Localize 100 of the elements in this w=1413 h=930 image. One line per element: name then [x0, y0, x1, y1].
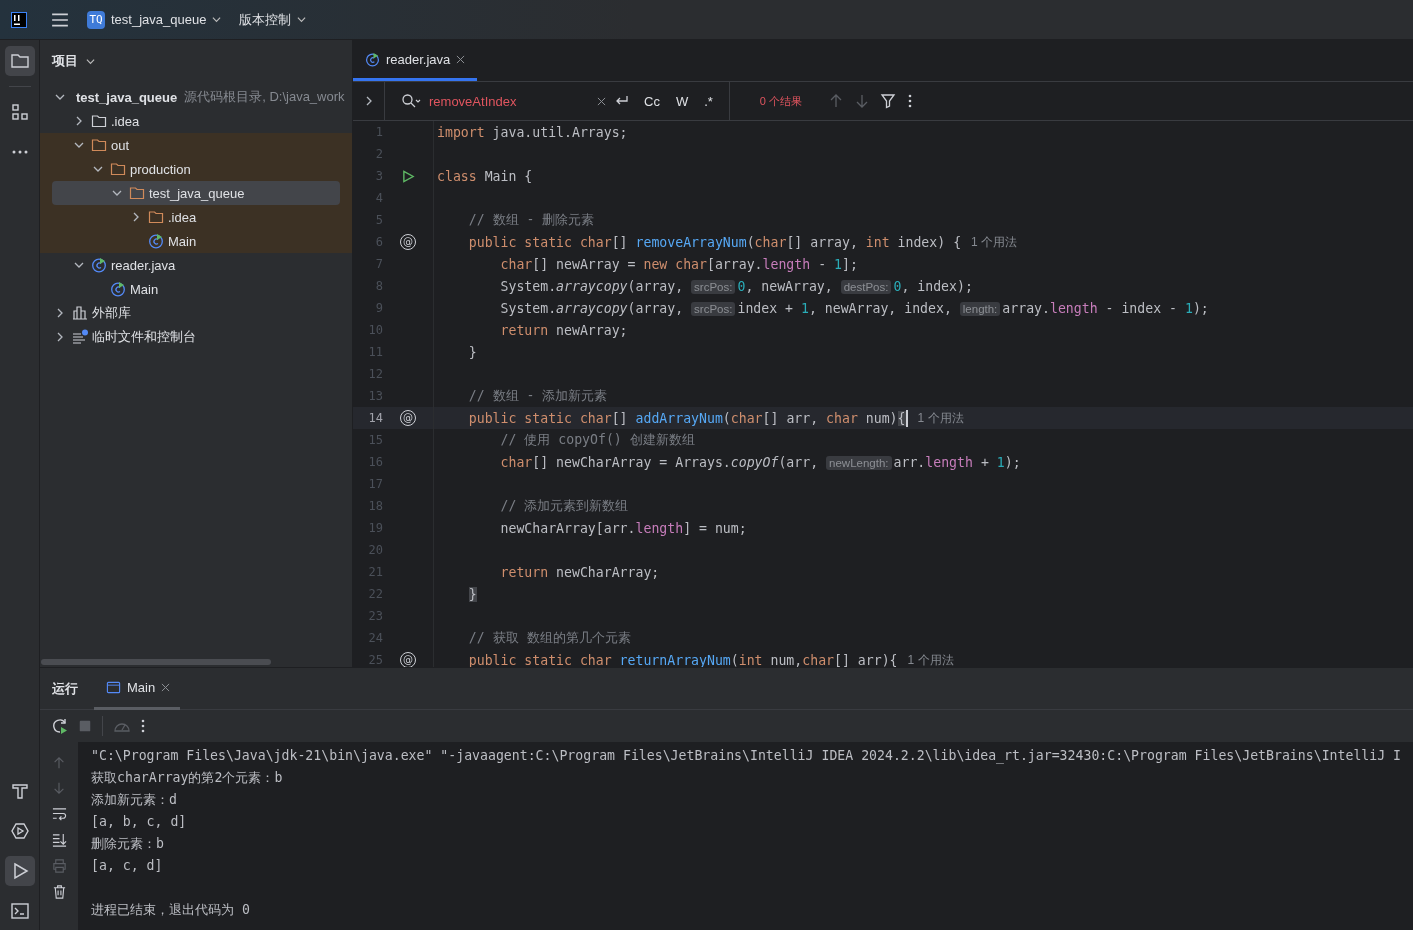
search-option-toggle[interactable]: .*: [702, 92, 715, 110]
scratches-icon: [72, 329, 88, 345]
terminal-icon: [9, 901, 30, 921]
search-icon[interactable]: [401, 93, 421, 109]
more-icon[interactable]: [141, 718, 145, 734]
trash-icon[interactable]: [51, 884, 67, 899]
project-tool-button[interactable]: [4, 46, 35, 76]
project-badge: TQ: [87, 10, 105, 29]
search-field[interactable]: removeAtIndex: [429, 93, 597, 109]
tree-item[interactable]: out: [52, 133, 340, 157]
tree-item[interactable]: .idea: [52, 205, 340, 229]
run-tab[interactable]: Main: [94, 667, 181, 710]
library-icon: [72, 305, 88, 321]
code-line: // 数组 - 添加新元素: [467, 387, 608, 405]
folder-icon: [148, 209, 164, 225]
code-line: class Main {: [437, 168, 533, 184]
folder-icon: [91, 113, 107, 129]
code-line: return newArray;: [499, 322, 628, 338]
folder-icon: [110, 161, 126, 177]
chevron-right-icon[interactable]: [131, 212, 141, 222]
console-line: [a, c, d]: [91, 857, 164, 875]
chevron-down-icon[interactable]: [112, 188, 122, 198]
vcs-menu[interactable]: 版本控制: [233, 6, 313, 33]
close-icon[interactable]: [456, 54, 466, 64]
hammer-icon: [9, 781, 30, 801]
folder-icon: [91, 137, 107, 153]
chevron-down-icon[interactable]: [93, 164, 103, 174]
code-line: public static char[] removeArrayNum(char[] array, int index) {: [467, 234, 962, 250]
tree-item[interactable]: 外部库: [52, 301, 340, 325]
console-line: [a, b, c, d]: [91, 813, 188, 831]
panel-title[interactable]: 项目: [52, 52, 78, 70]
usage-hint[interactable]: 1 个用法: [907, 651, 954, 667]
search-option-toggle[interactable]: W: [673, 92, 691, 110]
project-switcher[interactable]: TQ test_java_queue: [81, 6, 228, 33]
chevron-down-icon[interactable]: [55, 92, 65, 102]
tree-item[interactable]: production: [52, 157, 340, 181]
more-icon[interactable]: [907, 93, 912, 109]
code-line: // 获取 数组的第几个元素: [467, 629, 631, 647]
editor-tab[interactable]: reader.java: [353, 40, 478, 81]
run-tool-button[interactable]: [4, 856, 35, 886]
tree-item[interactable]: .idea: [52, 109, 340, 133]
project-name: test_java_queue: [111, 12, 207, 27]
scrollbar-thumb[interactable]: [41, 659, 271, 665]
search-result-count: 0 个结果: [759, 93, 804, 109]
console-line: 删除元素：b: [91, 835, 165, 853]
class-icon: [110, 281, 126, 297]
console-line: 添加新元素：d: [91, 791, 178, 809]
code-line: System.arraycopy(array, srcPos: index + 1, newArray, index, length: array.length - index - 1);: [499, 300, 1209, 316]
folder-icon: [129, 185, 145, 201]
code-line: // 使用 copyOf() 创建新数组: [499, 431, 695, 449]
search-option-toggle[interactable]: Cc: [642, 92, 662, 110]
text-caret: [905, 409, 908, 427]
chevron-down-icon[interactable]: [74, 140, 84, 150]
code-line: System.arraycopy(array, srcPos: 0, newArray, destPos: 0, index);: [499, 278, 973, 294]
console-line: "C:\Program Files\Java\jdk-21\bin\java.exe" "-javaagent:C:\Program Files\JetBrains\IntelliJ IDEA 2024.2.2\lib\idea_rt.jar=32430:C:\Program Files\JetBrains\IntelliJ I: [91, 747, 1403, 766]
path-hint: 源代码根目录, D:\java_work: [184, 88, 345, 106]
code-line: return newCharArray;: [499, 564, 660, 580]
code-line: }: [467, 344, 477, 360]
structure-icon: [9, 102, 30, 122]
tree-item[interactable]: 临时文件和控制台: [52, 325, 340, 349]
tree-item[interactable]: test_java_queue: [52, 181, 340, 205]
usage-hint[interactable]: 1 个用法: [917, 409, 964, 427]
rerun-icon[interactable]: [52, 718, 68, 734]
caret-icon[interactable]: [86, 56, 95, 66]
code-line: public static char[] addArrayNum(char[] arr, char num){: [467, 410, 906, 426]
tree-item[interactable]: Main: [52, 229, 340, 253]
code-line: char[] newCharArray = Arrays.copyOf(arr, newLength: arr.length + 1);: [499, 454, 1021, 470]
clear-icon[interactable]: [597, 96, 606, 106]
console-line: 获取charArray的第2个元素：b: [91, 769, 284, 787]
caret-icon: [297, 15, 307, 24]
folder-icon: [9, 51, 30, 71]
vcs-label: 版本控制: [239, 10, 292, 29]
code-line: // 添加元素到新数组: [499, 497, 629, 515]
soft-wrap-icon[interactable]: [51, 806, 67, 821]
scroll-to-end-icon[interactable]: [51, 832, 67, 847]
code-line: import java.util.Arrays;: [437, 124, 628, 140]
code-line: newCharArray[arr.length] = num;: [499, 520, 747, 536]
panel-title: 运行: [52, 679, 78, 698]
filter-icon[interactable]: [879, 93, 896, 109]
run-icon[interactable]: [401, 169, 415, 183]
caret-icon: [212, 15, 222, 24]
more-icon: [11, 150, 28, 154]
class-icon: [365, 51, 380, 67]
app-logo-icon[interactable]: [11, 11, 27, 28]
code-line: char[] newArray = new char[array.length - 1];: [499, 256, 858, 272]
code-line: // 数组 - 删除元素: [467, 211, 595, 229]
usage-hint[interactable]: 1 个用法: [971, 233, 1018, 251]
tree-item[interactable]: Main: [52, 277, 340, 301]
close-icon[interactable]: [161, 682, 171, 692]
class-icon: [148, 233, 164, 249]
chevron-down-icon[interactable]: [74, 260, 84, 270]
chevron-right-icon[interactable]: [74, 116, 84, 126]
line-number: 14: [367, 411, 383, 425]
services-icon: [9, 821, 30, 841]
console-line: 进程已结束，退出代码为 0: [91, 901, 251, 919]
chevron-right-icon[interactable]: [55, 308, 65, 318]
tree-item[interactable]: reader.java: [52, 253, 340, 277]
chevron-right-icon[interactable]: [55, 332, 65, 342]
code-line: public static char returnArrayNum(int num,char[] arr){: [467, 652, 898, 667]
class-icon: [91, 257, 107, 273]
